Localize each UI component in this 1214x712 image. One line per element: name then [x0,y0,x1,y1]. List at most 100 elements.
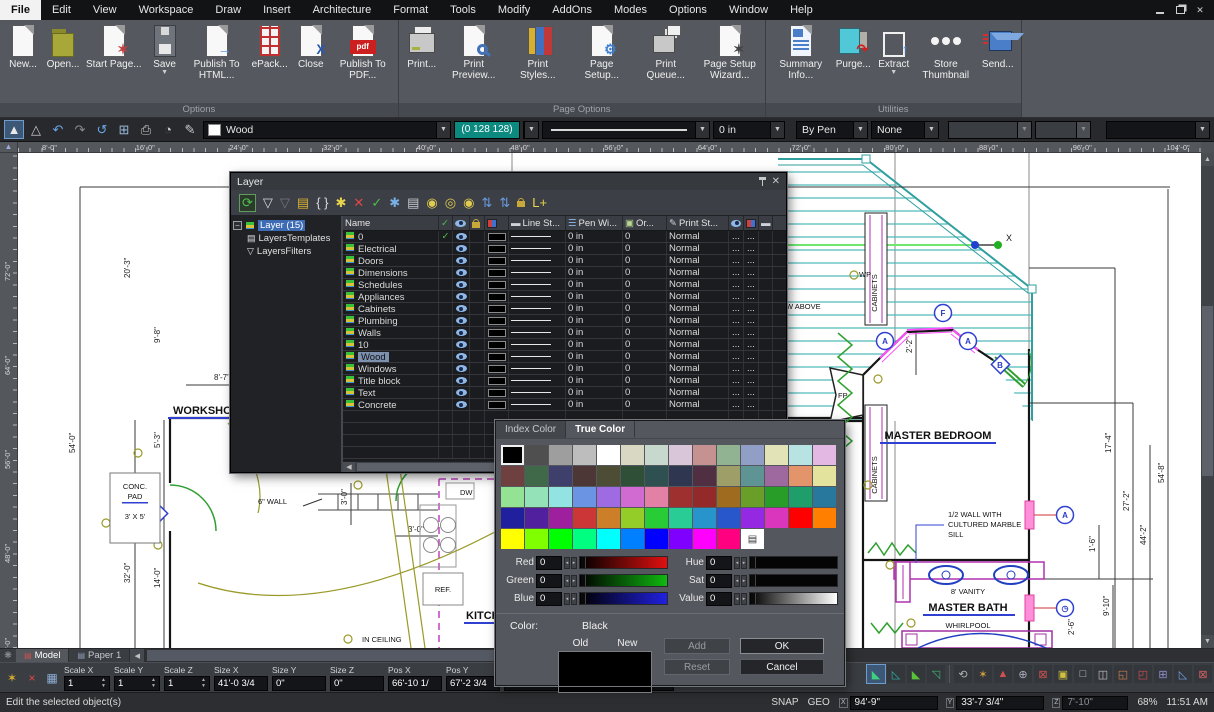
node-select-tool-icon[interactable]: △ [26,120,46,139]
color-swatch[interactable] [669,487,692,507]
snap-mode-icon[interactable]: ◺ [887,665,905,683]
scroll-left-icon[interactable]: ◀ [343,462,355,472]
line-style-combo[interactable]: ▼ [542,121,710,139]
spin-up-icon[interactable]: ▸ [571,575,577,587]
layer-row-appliances[interactable]: Appliances0 in0Normal...... [343,291,786,303]
layer-color-swatch[interactable] [488,245,506,253]
menu-draw[interactable]: Draw [204,0,252,20]
ribbon-save-button[interactable]: Save▼ [145,22,185,77]
spin-down-icon[interactable]: ◂ [734,575,740,587]
eye-icon[interactable] [456,329,467,336]
menu-window[interactable]: Window [718,0,779,20]
column-header[interactable] [729,216,744,230]
color-swatch[interactable] [525,508,548,528]
chevron-down-icon[interactable]: ▼ [524,122,538,138]
collapse-icon[interactable]: − [233,221,242,230]
spin-up-icon[interactable]: ▸ [741,557,747,569]
layer-color-swatch[interactable] [488,269,506,277]
chevron-down-icon[interactable]: ▼ [890,70,897,76]
snap-toggle[interactable]: SNAP [771,697,798,708]
more-button[interactable]: ... [747,291,755,302]
column-header-name[interactable]: Name [343,216,439,230]
column-header-line-st[interactable]: ▬Line St... [509,216,566,230]
color-swatch[interactable] [813,487,836,507]
hue-input[interactable]: 0 [706,556,732,570]
close-button[interactable]: ✕ [1192,3,1208,17]
color-swatch[interactable] [573,487,596,507]
menu-format[interactable]: Format [382,0,439,20]
color-swatch[interactable] [501,529,524,549]
color-swatch[interactable] [789,445,812,465]
column-header-pen-wi[interactable]: ☰Pen Wi... [566,216,623,230]
color-swatch[interactable] [597,466,620,486]
z-coordinate-input[interactable]: 7'-10" [1062,696,1128,710]
menu-file[interactable]: File [0,0,41,20]
more-button[interactable]: ... [747,303,755,314]
tab-paper-1[interactable]: ▤Paper 1 [69,649,130,662]
more-button[interactable]: ... [732,351,740,362]
ruler-corner[interactable]: ▲ [0,142,18,153]
blue-slider[interactable] [579,592,668,605]
snap-tool-icon[interactable]: ◺ [1174,665,1192,683]
menu-view[interactable]: View [82,0,128,20]
color-swatch[interactable] [693,529,716,549]
delete-layer-icon[interactable]: ✕ [353,195,364,211]
more-button[interactable]: ... [732,315,740,326]
pen-color-chip[interactable]: (0 128 128) [454,121,520,139]
eye-icon[interactable] [456,257,467,264]
more-button[interactable]: ... [732,243,740,254]
spin-up-icon[interactable]: ▸ [571,593,577,605]
color-swatch[interactable] [621,466,644,486]
color-swatch[interactable] [621,445,644,465]
layer-row-text[interactable]: Text0 in0Normal...... [343,387,786,399]
color-swatch[interactable] [597,508,620,528]
color-swatch[interactable] [765,466,788,486]
more-button[interactable]: ... [747,279,755,290]
spin-up-icon[interactable]: ▸ [571,557,577,569]
color-swatch[interactable] [717,487,740,507]
ribbon-purge-button[interactable]: ↷Purge... [833,22,874,71]
tab-index-color[interactable]: Index Color [496,421,566,438]
more-button[interactable]: ... [732,267,740,278]
snap-tool-icon[interactable]: ▣ [1054,665,1072,683]
apply-icon[interactable]: ✓ [371,195,382,211]
sat-input[interactable]: 0 [706,574,732,588]
ribbon-print-queue-button[interactable]: Print Queue... [634,22,698,82]
undo-icon[interactable]: ↶ [48,120,68,139]
red-slider[interactable] [579,556,668,569]
layer-row-plumbing[interactable]: Plumbing0 in0Normal...... [343,315,786,327]
restore-button[interactable] [1172,3,1188,17]
color-swatch[interactable] [621,508,644,528]
color-swatch[interactable] [669,508,692,528]
ribbon-extract-button[interactable]: ↑Extract▼ [874,22,914,77]
move-down-icon[interactable]: ⇅ [499,195,510,211]
color-swatch[interactable] [645,445,668,465]
ribbon-store-thumbnail-button[interactable]: Store Thumbnail [914,22,978,82]
color-swatch[interactable] [549,445,572,465]
more-button[interactable]: ... [747,399,755,410]
color-swatch[interactable] [813,466,836,486]
layer-row-title-block[interactable]: Title block0 in0Normal...... [343,375,786,387]
print-area-icon[interactable]: ⎙ [136,120,156,139]
spin-down-icon[interactable]: ◂ [734,593,740,605]
zoom-level[interactable]: 68% [1137,697,1157,708]
select-tool-icon[interactable]: ▲ [4,120,24,139]
color-swatch[interactable] [765,487,788,507]
eye-icon[interactable] [456,269,467,276]
more-button[interactable]: ... [732,231,740,242]
color-swatch[interactable] [549,508,572,528]
color-swatch[interactable] [669,529,692,549]
chevron-down-icon[interactable]: ▼ [924,122,938,138]
layer-row-10[interactable]: 100 in0Normal...... [343,339,786,351]
more-button[interactable]: ... [732,255,740,266]
color-swatch[interactable] [717,466,740,486]
more-button[interactable]: ... [732,375,740,386]
chevron-down-icon[interactable]: ▼ [695,122,709,138]
cancel-edit-icon[interactable]: × [23,671,41,685]
color-swatch[interactable] [741,466,764,486]
color-swatch[interactable] [621,487,644,507]
color-swatch[interactable] [693,466,716,486]
color-swatch[interactable] [717,445,740,465]
ribbon-publish-to-pdf-button[interactable]: pdfPublish To PDF... [331,22,395,82]
layer-row-walls[interactable]: Walls0 in0Normal...... [343,327,786,339]
